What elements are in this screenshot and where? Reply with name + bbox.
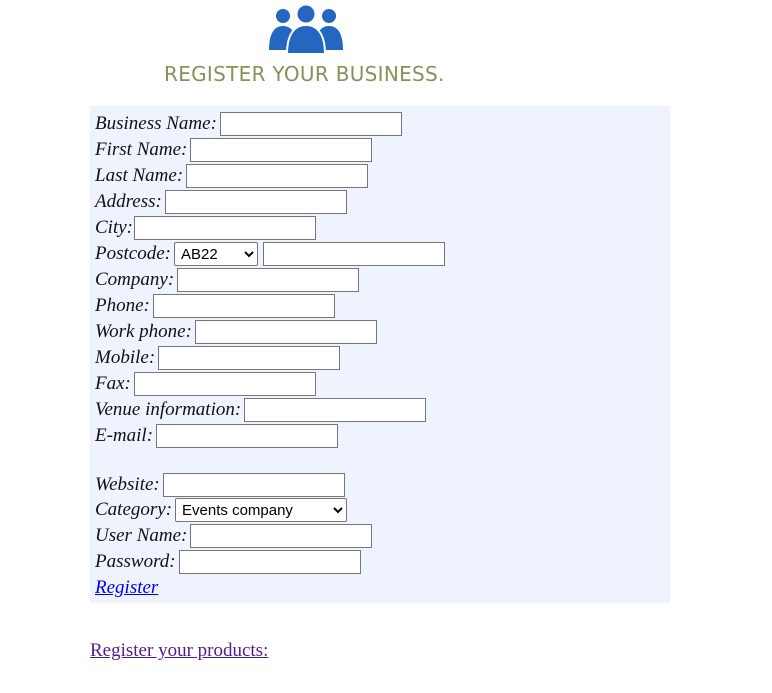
- work-phone-input[interactable]: [194, 320, 377, 344]
- password-label: Password:: [95, 551, 176, 572]
- website-row: Website:: [95, 472, 345, 498]
- user-name-label: User Name:: [95, 525, 188, 546]
- phone-label: Phone:: [95, 295, 150, 316]
- email-label: E-mail:: [95, 425, 154, 446]
- mobile-row: Mobile:: [95, 345, 341, 371]
- city-input[interactable]: [134, 216, 316, 240]
- category-row: Category: Events company: [95, 497, 348, 523]
- password-row: Password:: [95, 549, 361, 575]
- work-phone-label: Work phone:: [95, 321, 192, 342]
- last-name-label: Last Name:: [95, 165, 184, 186]
- website-label: Website:: [95, 474, 160, 495]
- postcode-input[interactable]: [262, 242, 445, 266]
- register-products-link[interactable]: Register your products:: [90, 640, 268, 662]
- venue-information-input[interactable]: [244, 398, 427, 422]
- registration-form: Business Name: First Name: Last Name: Ad…: [90, 106, 670, 603]
- first-name-input[interactable]: [190, 138, 373, 162]
- city-row: City:: [95, 215, 316, 241]
- company-input[interactable]: [177, 268, 360, 292]
- venue-information-label: Venue information:: [95, 399, 242, 420]
- page-title: REGISTER YOUR BUSINESS.: [164, 62, 445, 86]
- business-name-row: Business Name:: [95, 111, 402, 137]
- business-name-label: Business Name:: [95, 113, 217, 134]
- business-name-input[interactable]: [219, 112, 402, 136]
- phone-row: Phone:: [95, 293, 335, 319]
- email-input[interactable]: [156, 424, 339, 448]
- address-row: Address:: [95, 189, 347, 215]
- company-label: Company:: [95, 269, 175, 290]
- password-input[interactable]: [178, 550, 361, 574]
- users-group-icon: [269, 3, 343, 54]
- user-name-input[interactable]: [190, 524, 373, 548]
- website-input[interactable]: [162, 473, 345, 497]
- company-row: Company:: [95, 267, 360, 293]
- address-label: Address:: [95, 191, 162, 212]
- fax-label: Fax:: [95, 373, 131, 394]
- first-name-label: First Name:: [95, 139, 188, 160]
- mobile-input[interactable]: [158, 346, 341, 370]
- postcode-row: Postcode: AB22: [95, 241, 445, 267]
- address-input[interactable]: [164, 190, 347, 214]
- first-name-row: First Name:: [95, 137, 373, 163]
- venue-information-row: Venue information:: [95, 397, 427, 423]
- last-name-row: Last Name:: [95, 163, 369, 189]
- city-label: City:: [95, 217, 133, 238]
- mobile-label: Mobile:: [95, 347, 156, 368]
- phone-input[interactable]: [152, 294, 335, 318]
- category-select[interactable]: Events company: [175, 498, 348, 522]
- email-row: E-mail:: [95, 423, 339, 449]
- register-link[interactable]: Register: [95, 577, 158, 599]
- user-name-row: User Name:: [95, 523, 373, 549]
- fax-input[interactable]: [133, 372, 316, 396]
- postcode-select[interactable]: AB22: [173, 242, 258, 266]
- fax-row: Fax:: [95, 371, 316, 397]
- category-label: Category:: [95, 499, 173, 520]
- last-name-input[interactable]: [186, 164, 369, 188]
- postcode-label: Postcode:: [95, 243, 171, 264]
- work-phone-row: Work phone:: [95, 319, 377, 345]
